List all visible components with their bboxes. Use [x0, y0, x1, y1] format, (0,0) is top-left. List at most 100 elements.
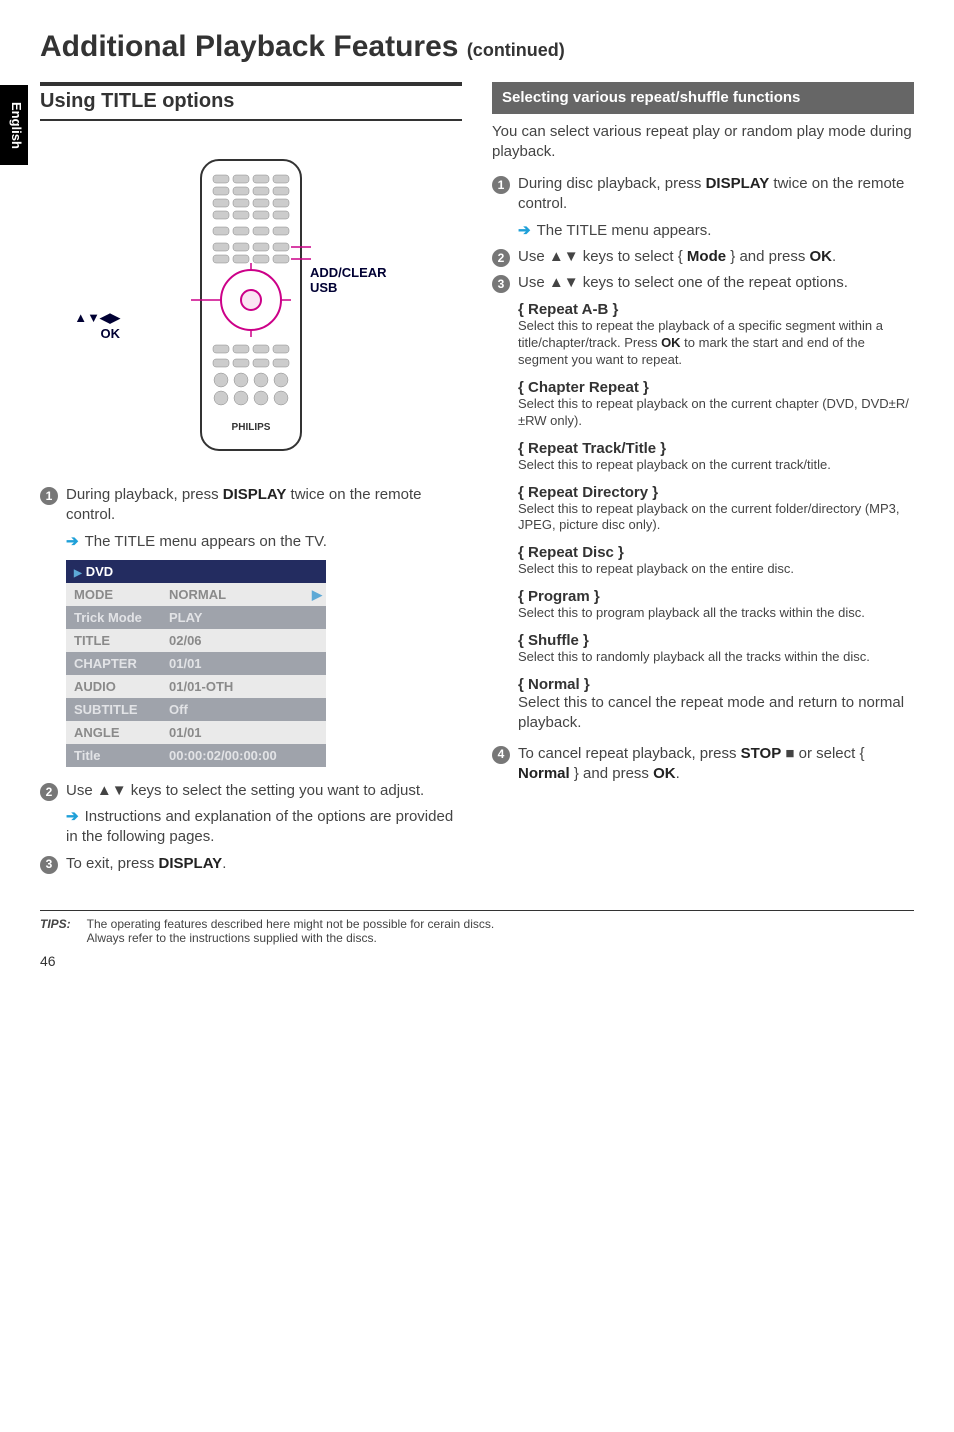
rstep4-b: STOP: [741, 745, 782, 762]
tips-label: TIPS:: [40, 917, 71, 945]
option-block: { Repeat Disc }Select this to repeat pla…: [518, 544, 914, 578]
table-row: SUBTITLEOff: [66, 698, 326, 721]
table-key: SUBTITLE: [66, 698, 161, 721]
table-key: MODE: [66, 583, 161, 606]
table-row: TITLE02/06: [66, 629, 326, 652]
option-desc: Select this to repeat playback on the cu…: [518, 457, 914, 474]
table-value: 01/01-OTH: [161, 675, 326, 698]
option-desc: Select this to randomly playback all the…: [518, 649, 914, 666]
option-desc: Select this to repeat playback on the cu…: [518, 501, 914, 535]
table-row: Trick ModePLAY: [66, 606, 326, 629]
left-step-3: 3 To exit, press DISPLAY.: [40, 854, 462, 874]
section-heading-wrap: Using TITLE options: [40, 82, 462, 121]
table-value: 00:00:02/00:00:00: [161, 744, 326, 767]
table-value: NORMAL▶: [161, 583, 326, 606]
step-badge-2: 2: [40, 783, 58, 801]
step1-display: DISPLAY: [223, 486, 287, 503]
option-desc: Select this to cancel the repeat mode an…: [518, 693, 914, 734]
option-title: { Repeat A-B }: [518, 301, 914, 318]
table-key: Title: [66, 744, 161, 767]
language-tab: English: [0, 85, 28, 165]
option-block: { Normal }Select this to cancel the repe…: [518, 676, 914, 734]
left-column: Using TITLE options ▲▼◀▶ OK: [40, 82, 462, 880]
step3-text-a: To exit, press: [66, 855, 159, 872]
right-intro: You can select various repeat play or ra…: [492, 122, 914, 163]
table-key: CHAPTER: [66, 652, 161, 675]
table-key: TITLE: [66, 629, 161, 652]
table-row: MODENORMAL▶: [66, 583, 326, 606]
step1-text-a: During playback, press: [66, 486, 223, 503]
rstep1-b: DISPLAY: [706, 175, 770, 192]
option-block: { Repeat Directory }Select this to repea…: [518, 484, 914, 535]
rstep4-g: .: [676, 765, 680, 782]
table-row: AUDIO01/01-OTH: [66, 675, 326, 698]
rstep4-c: or select {: [794, 745, 864, 762]
rstep2-a: Use ▲▼ keys to select {: [518, 248, 687, 265]
tips-bar: TIPS: The operating features described h…: [40, 910, 914, 945]
rstep4-f: OK: [653, 765, 676, 782]
table-row: CHAPTER01/01: [66, 652, 326, 675]
arrow-icon: ➔: [66, 533, 79, 550]
option-block: { Chapter Repeat }Select this to repeat …: [518, 379, 914, 430]
option-title: { Normal }: [518, 676, 914, 693]
rstep4-a: To cancel repeat playback, press: [518, 745, 741, 762]
bold-keyword: OK: [661, 335, 681, 350]
table-value: 01/01: [161, 652, 326, 675]
option-block: { Shuffle }Select this to randomly playb…: [518, 632, 914, 666]
option-title: { Chapter Repeat }: [518, 379, 914, 396]
dvd-header: DVD: [86, 564, 113, 579]
remote-illustration: ▲▼◀▶ OK: [40, 135, 462, 485]
arrow-keys-label: ▲▼◀▶: [74, 310, 120, 325]
right-step-1: 1 During disc playback, press DISPLAY tw…: [492, 174, 914, 215]
add-clear-text: ADD/CLEAR: [310, 265, 387, 280]
step-badge-2: 2: [492, 249, 510, 267]
option-desc: Select this to repeat playback on the en…: [518, 561, 914, 578]
right-step-2: 2 Use ▲▼ keys to select { Mode } and pre…: [492, 247, 914, 267]
page-title-continued: (continued): [467, 40, 565, 60]
right-step-1-sub: ➔The TITLE menu appears.: [492, 221, 914, 241]
step-badge-3: 3: [40, 856, 58, 874]
rstep2-e: .: [832, 248, 836, 265]
option-block: { Repeat Track/Title }Select this to rep…: [518, 440, 914, 474]
rstep4-d: Normal: [518, 765, 570, 782]
table-row: Title00:00:02/00:00:00: [66, 744, 326, 767]
table-value: PLAY: [161, 606, 326, 629]
table-value: Off: [161, 698, 326, 721]
table-key: AUDIO: [66, 675, 161, 698]
tips-text-2: Always refer to the instructions supplie…: [87, 931, 377, 945]
option-block: { Program }Select this to program playba…: [518, 588, 914, 622]
section-heading: Using TITLE options: [40, 90, 462, 113]
left-step-2: 2 Use ▲▼ keys to select the setting you …: [40, 781, 462, 801]
step3-text-c: .: [222, 855, 226, 872]
rstep4-e: } and press: [570, 765, 653, 782]
table-row: ANGLE01/01: [66, 721, 326, 744]
step3-display: DISPLAY: [159, 855, 223, 872]
rstep2-b: Mode: [687, 248, 726, 265]
step2-sub-text: Instructions and explanation of the opti…: [66, 808, 453, 845]
step-badge-1: 1: [40, 487, 58, 505]
step-badge-3: 3: [492, 275, 510, 293]
usb-text: USB: [310, 280, 337, 295]
step-badge-4: 4: [492, 746, 510, 764]
remote-svg: PHILIPS: [191, 155, 311, 455]
table-key: ANGLE: [66, 721, 161, 744]
select-arrow-icon: ▶: [312, 587, 322, 603]
step-badge-1: 1: [492, 176, 510, 194]
rstep2-c: } and press: [726, 248, 809, 265]
option-desc: Select this to repeat the playback of a …: [518, 318, 914, 369]
tips-text-1: The operating features described here mi…: [87, 917, 495, 931]
option-title: { Repeat Disc }: [518, 544, 914, 561]
subheading-box: Selecting various repeat/shuffle functio…: [492, 82, 914, 114]
tips-text: The operating features described here mi…: [87, 917, 495, 945]
table-key: Trick Mode: [66, 606, 161, 629]
rstep3-text: Use ▲▼ keys to select one of the repeat …: [518, 273, 848, 293]
step2-text: Use ▲▼ keys to select the setting you wa…: [66, 781, 424, 801]
option-title: { Program }: [518, 588, 914, 605]
left-step-2-sub: ➔Instructions and explanation of the opt…: [40, 807, 462, 848]
table-value: 01/01: [161, 721, 326, 744]
table-value: 02/06: [161, 629, 326, 652]
arrow-icon: ➔: [518, 222, 531, 239]
svg-text:PHILIPS: PHILIPS: [232, 422, 271, 433]
add-clear-usb-label: ADD/CLEAR USB: [310, 265, 387, 295]
option-title: { Repeat Directory }: [518, 484, 914, 501]
